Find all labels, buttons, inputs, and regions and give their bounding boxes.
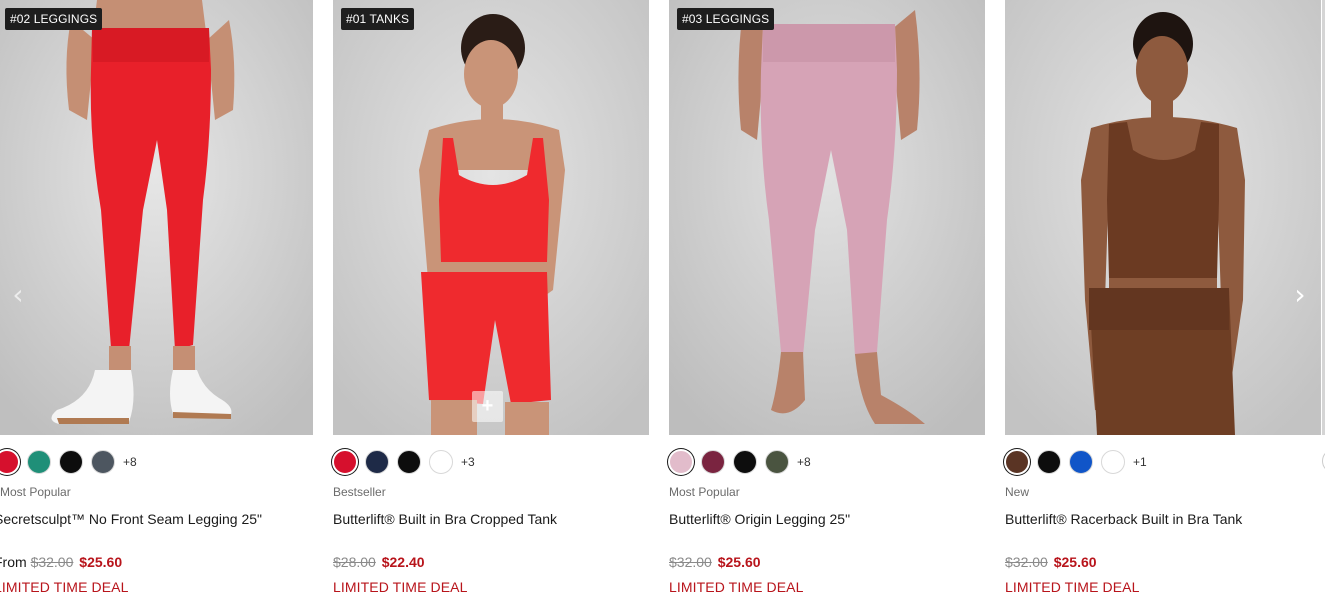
color-swatch[interactable]: [91, 450, 115, 474]
color-swatch[interactable]: [59, 450, 83, 474]
color-swatch[interactable]: [429, 450, 453, 474]
product-photo: [1005, 0, 1321, 435]
product-badge: Most Popular: [669, 485, 740, 499]
product-image[interactable]: #03 LEGGINGS: [669, 0, 985, 435]
product-title[interactable]: Butterlift® Origin Legging 25": [669, 511, 850, 527]
color-swatches: +1: [1005, 449, 1147, 475]
product-badge: New: [1005, 485, 1030, 499]
sale-price: $25.60: [79, 554, 123, 570]
color-swatch[interactable]: [1069, 450, 1093, 474]
product-card[interactable]: #02 LEGGINGS ‹ +8 Most Popular Secretscu…: [0, 0, 313, 600]
color-swatch[interactable]: [27, 450, 51, 474]
price-row: From $32.00 $25.60: [0, 554, 122, 570]
color-swatch[interactable]: [701, 450, 725, 474]
sale-price: $22.40: [381, 554, 425, 570]
product-photo: [333, 0, 649, 435]
more-colors-count[interactable]: +3: [461, 455, 475, 469]
product-badge: Most Popular: [0, 485, 71, 499]
quick-add-button[interactable]: +: [472, 391, 503, 422]
rank-badge: #01 TANKS: [341, 8, 415, 30]
product-photo: [669, 0, 985, 435]
original-price: $32.00: [30, 554, 74, 570]
product-title[interactable]: Butterlift® Racerback Built in Bra Tank: [1005, 511, 1242, 527]
color-swatches: +8: [669, 449, 811, 475]
more-colors-count[interactable]: +8: [123, 455, 137, 469]
product-carousel: #02 LEGGINGS ‹ +8 Most Popular Secretscu…: [0, 0, 1325, 600]
color-swatch[interactable]: [0, 450, 19, 474]
original-price: $28.00: [333, 554, 376, 570]
rank-badge: #03 LEGGINGS: [677, 8, 775, 30]
price-row: $28.00 $22.40: [333, 554, 425, 570]
product-card[interactable]: #03 LEGGINGS +8 Most Popular Butterlift®…: [669, 0, 985, 600]
deal-label: LIMITED TIME DEAL: [0, 579, 129, 595]
price-row: $32.00 $25.60: [1005, 554, 1097, 570]
more-colors-count[interactable]: +1: [1133, 455, 1147, 469]
product-badge: Bestseller: [333, 485, 386, 499]
sale-price: $25.60: [717, 554, 761, 570]
sale-price: $25.60: [1053, 554, 1097, 570]
color-swatch[interactable]: [669, 450, 693, 474]
price-prefix: From: [0, 554, 27, 570]
color-swatch[interactable]: [1037, 450, 1061, 474]
product-title[interactable]: Secretsculpt™ No Front Seam Legging 25": [0, 511, 262, 527]
rank-badge: #02 LEGGINGS: [5, 8, 103, 30]
product-image[interactable]: #02 LEGGINGS ‹: [0, 0, 313, 435]
product-image[interactable]: #01 TANKS +: [333, 0, 649, 435]
original-price: $32.00: [669, 554, 712, 570]
deal-label: LIMITED TIME DEAL: [333, 579, 468, 595]
deal-label: LIMITED TIME DEAL: [669, 579, 804, 595]
color-swatches: +8: [0, 449, 137, 475]
product-title[interactable]: Butterlift® Built in Bra Cropped Tank: [333, 511, 557, 527]
color-swatch[interactable]: [397, 450, 421, 474]
color-swatch[interactable]: [1101, 450, 1125, 474]
color-swatch[interactable]: [365, 450, 389, 474]
color-swatches: +3: [333, 449, 475, 475]
price-row: $32.00 $25.60: [669, 554, 761, 570]
more-colors-count[interactable]: +8: [797, 455, 811, 469]
product-image[interactable]: ›: [1005, 0, 1321, 435]
deal-label: LIMITED TIME DEAL: [1005, 579, 1140, 595]
product-photo: [0, 0, 313, 435]
color-swatch[interactable]: [1005, 450, 1029, 474]
product-card[interactable]: › +1 New Butterlift® Racerback Built in …: [1005, 0, 1321, 600]
product-card[interactable]: #01 TANKS + +3 Bestseller Butterlift® Bu…: [333, 0, 649, 600]
next-arrow-icon[interactable]: ›: [1284, 276, 1316, 312]
color-swatch[interactable]: [765, 450, 789, 474]
color-swatch[interactable]: [733, 450, 757, 474]
original-price: $32.00: [1005, 554, 1048, 570]
prev-arrow-icon[interactable]: ‹: [2, 276, 34, 312]
color-swatch[interactable]: [333, 450, 357, 474]
